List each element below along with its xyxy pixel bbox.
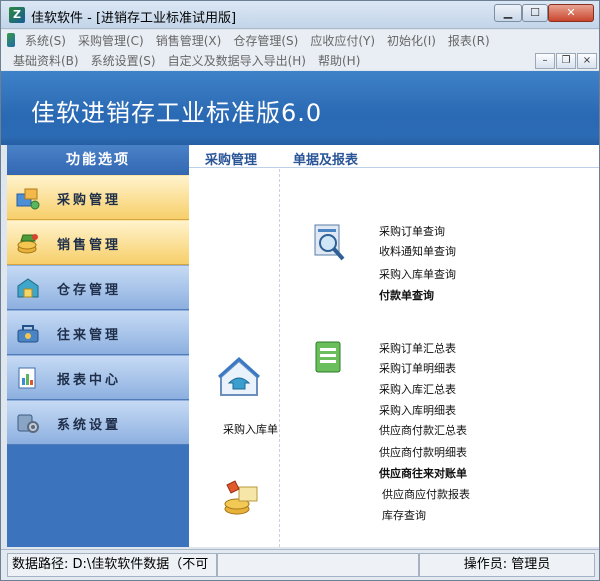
menu-basic-data[interactable]: 基础资料(B) <box>7 52 85 69</box>
sidebar-item-purchase[interactable]: 采购管理 <box>7 175 189 220</box>
window-title: 佳软软件 - [进销存工业标准试用版] <box>31 11 237 26</box>
sidebar-item-accounts[interactable]: 往来管理 <box>7 310 189 355</box>
sidebar-item-label: 报表中心 <box>57 373 122 388</box>
menu-warehouse[interactable]: 仓存管理(S) <box>227 32 304 49</box>
report-link-po-query[interactable]: 采购订单查询 <box>379 223 445 239</box>
menu-init[interactable]: 初始化(I) <box>381 32 442 49</box>
report-link-payables[interactable]: 供应商应付款报表 <box>382 486 470 502</box>
report-link-payment-query[interactable]: 付款单查询 <box>379 287 434 303</box>
report-link-inventory[interactable]: 库存查询 <box>382 507 426 523</box>
sales-icon <box>17 234 38 254</box>
app-logo-icon: Z <box>9 7 25 23</box>
banner-stripe <box>1 135 599 145</box>
coins-icon[interactable] <box>219 479 261 519</box>
sidebar-heading: 功能选项 <box>7 145 189 175</box>
mdi-restore-button[interactable]: ❐ <box>556 53 576 69</box>
sidebar-item-report[interactable]: 报表中心 <box>7 355 189 400</box>
report-icon <box>18 367 36 389</box>
heading-divider <box>189 167 599 168</box>
purchase-icon <box>16 188 40 210</box>
sidebar-item-label: 销售管理 <box>57 238 122 253</box>
mdi-minimize-button[interactable]: – <box>535 53 555 69</box>
sidebar-item-sales[interactable]: 销售管理 <box>7 220 189 265</box>
purchase-receipt-label[interactable]: 采购入库单 <box>223 421 278 437</box>
section-heading-reports: 单据及报表 <box>293 153 359 168</box>
sidebar-item-label: 采购管理 <box>57 193 122 208</box>
column-divider <box>279 169 280 547</box>
maximize-button[interactable]: ☐ <box>522 4 548 22</box>
report-link-payment-summary[interactable]: 供应商付款汇总表 <box>379 422 467 438</box>
menu-grip-icon <box>7 33 15 47</box>
main-window: Z 佳软软件 - [进销存工业标准试用版] ▁ ☐ ✕ 系统(S) 采购管理(C… <box>0 0 600 581</box>
status-data-path: 数据路径: D:\佳软软件数据（不可 <box>7 553 217 577</box>
section-heading-purchase: 采购管理 <box>205 153 258 168</box>
warehouse-icon <box>17 278 39 298</box>
status-operator: 操作员: 管理员 <box>419 553 595 577</box>
report-link-po-detail[interactable]: 采购订单明细表 <box>379 360 456 376</box>
sidebar-item-warehouse[interactable]: 仓存管理 <box>7 265 189 310</box>
sidebar-item-label: 系统设置 <box>57 418 122 433</box>
menu-row-secondary: 基础资料(B) 系统设置(S) 自定义及数据导入导出(H) 帮助(H) <box>7 50 366 70</box>
banner: 佳软进销存工业标准版6.0 <box>1 71 599 145</box>
banner-title: 佳软进销存工业标准版6.0 <box>31 99 323 127</box>
menu-purchase[interactable]: 采购管理(C) <box>72 32 150 49</box>
menu-bar: 系统(S) 采购管理(C) 销售管理(X) 仓存管理(S) 应收应付(Y) 初始… <box>1 30 599 70</box>
sidebar-item-settings[interactable]: 系统设置 <box>7 400 189 445</box>
sidebar-item-label: 往来管理 <box>57 328 122 343</box>
minimize-button[interactable]: ▁ <box>494 4 522 22</box>
main-content: 采购管理 单据及报表 采购入库单 采购订单查询 收料通知单查询 采购入库单查询 … <box>189 145 599 547</box>
report-link-receiving-query[interactable]: 收料通知单查询 <box>379 243 456 259</box>
title-bar[interactable]: Z 佳软软件 - [进销存工业标准试用版] ▁ ☐ ✕ <box>1 1 599 29</box>
report-link-receipt-summary[interactable]: 采购入库汇总表 <box>379 381 456 397</box>
accounts-icon <box>17 325 39 343</box>
report-link-statement[interactable]: 供应商往来对账单 <box>379 465 467 481</box>
close-button[interactable]: ✕ <box>548 4 594 22</box>
query-magnifier-icon <box>314 224 345 261</box>
menu-receivables[interactable]: 应收应付(Y) <box>304 32 381 49</box>
settings-icon <box>17 414 39 433</box>
sidebar-item-label: 仓存管理 <box>57 283 122 298</box>
menu-system[interactable]: 系统(S) <box>19 32 72 49</box>
function-sidebar: 功能选项 采购管理 销售管理 仓存管理 往来管理 报表中心 系统设置 <box>7 145 189 547</box>
mdi-close-button[interactable]: × <box>577 53 597 69</box>
menu-import-export[interactable]: 自定义及数据导入导出(H) <box>162 52 312 69</box>
report-link-receipt-detail[interactable]: 采购入库明细表 <box>379 402 456 418</box>
status-bar: 数据路径: D:\佳软软件数据（不可 操作员: 管理员 <box>1 549 599 580</box>
menu-help[interactable]: 帮助(H) <box>312 52 366 69</box>
status-middle <box>217 553 419 577</box>
report-link-po-summary[interactable]: 采购订单汇总表 <box>379 340 456 356</box>
menu-row-main: 系统(S) 采购管理(C) 销售管理(X) 仓存管理(S) 应收应付(Y) 初始… <box>7 30 496 50</box>
report-sheet-icon <box>315 341 341 373</box>
menu-sales[interactable]: 销售管理(X) <box>150 32 228 49</box>
menu-report[interactable]: 报表(R) <box>442 32 496 49</box>
menu-settings[interactable]: 系统设置(S) <box>85 52 162 69</box>
report-link-payment-detail[interactable]: 供应商付款明细表 <box>379 444 467 460</box>
report-link-receipt-query[interactable]: 采购入库单查询 <box>379 266 456 282</box>
purchase-receipt-icon[interactable] <box>217 355 261 399</box>
